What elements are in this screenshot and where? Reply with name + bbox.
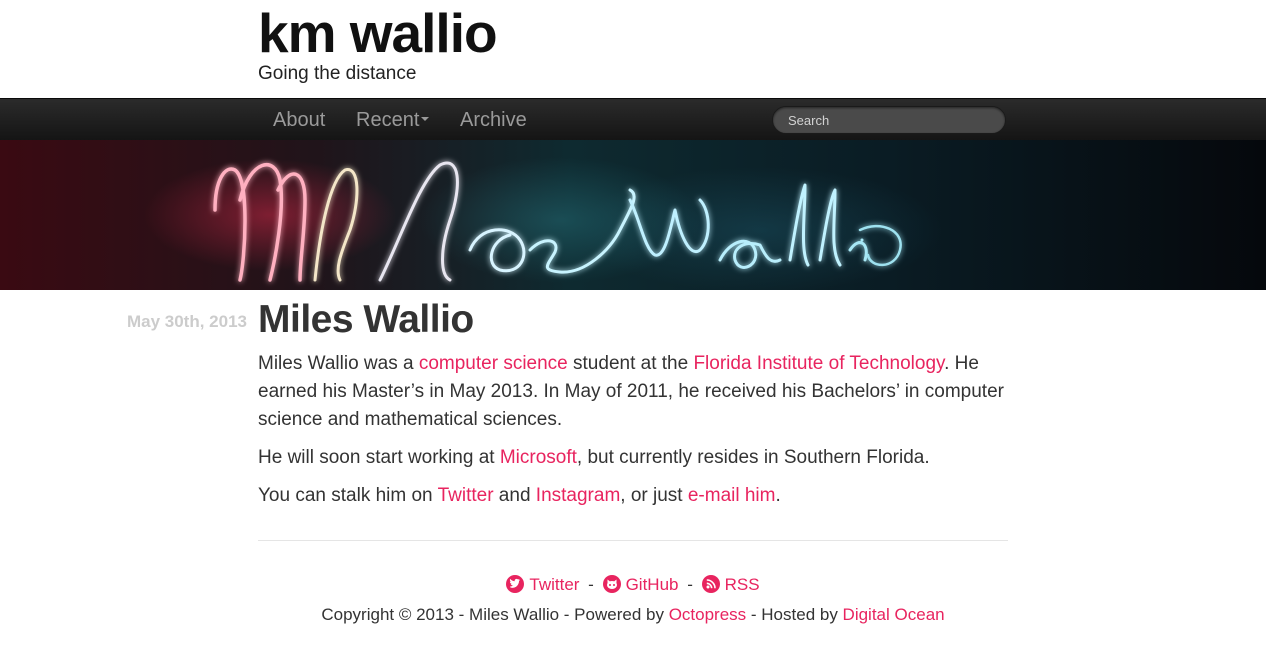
link-microsoft[interactable]: Microsoft	[500, 447, 577, 468]
paragraph-contact: You can stalk him on Twitter and Instagr…	[258, 482, 1008, 510]
nav-item-recent[interactable]: Recent	[356, 109, 430, 132]
nav-item-about[interactable]: About	[273, 109, 325, 132]
footer-rss-label: RSS	[724, 575, 760, 594]
post-body: Miles Wallio was a computer science stud…	[258, 350, 1008, 520]
post-title: Miles Wallio	[258, 298, 474, 341]
post-date: May 30th, 2013	[126, 312, 247, 331]
navbar: About Recent Archive	[0, 98, 1266, 142]
link-computer-science[interactable]: computer science	[419, 353, 568, 374]
link-octopress[interactable]: Octopress	[669, 605, 746, 624]
caret-down-icon	[421, 117, 430, 122]
text: .	[775, 485, 781, 506]
banner-image	[0, 140, 1266, 290]
paragraph-bio: Miles Wallio was a computer science stud…	[258, 350, 1008, 434]
text: , or just	[620, 485, 688, 506]
rss-icon	[701, 575, 720, 593]
footer-twitter-label: Twitter	[529, 575, 580, 594]
copyright-text: - Hosted by	[746, 605, 843, 624]
paragraph-work: He will soon start working at Microsoft,…	[258, 444, 1008, 472]
text: You can stalk him on	[258, 485, 438, 506]
link-florida-tech[interactable]: Florida Institute of Technology	[693, 353, 944, 374]
link-instagram[interactable]: Instagram	[536, 485, 620, 506]
text: student at the	[567, 353, 694, 374]
footer-github-label: GitHub	[625, 575, 679, 594]
twitter-icon	[506, 575, 525, 593]
footer-link-rss[interactable]: RSS	[697, 575, 760, 594]
text: and	[493, 485, 536, 506]
link-email[interactable]: e-mail him	[688, 485, 776, 506]
site-subtitle: Going the distance	[258, 63, 417, 84]
nav-item-archive[interactable]: Archive	[460, 109, 527, 132]
copyright-text: Copyright © 2013 - Miles Wallio - Powere…	[321, 605, 669, 624]
link-twitter[interactable]: Twitter	[438, 485, 494, 506]
separator: -	[588, 575, 594, 594]
link-digital-ocean[interactable]: Digital Ocean	[843, 605, 945, 624]
separator: -	[687, 575, 693, 594]
github-icon	[602, 575, 621, 593]
text: , but currently resides in Southern Flor…	[576, 447, 930, 468]
footer-link-github[interactable]: GitHub	[598, 575, 683, 594]
footer-copyright: Copyright © 2013 - Miles Wallio - Powere…	[0, 605, 1266, 625]
text: Miles Wallio was a	[258, 353, 419, 374]
footer-link-twitter[interactable]: Twitter	[506, 575, 584, 594]
search-input[interactable]	[772, 106, 1006, 134]
footer-social-links: Twitter - GitHub - RSS	[0, 575, 1266, 595]
light-writing-image	[213, 161, 902, 282]
nav-item-recent-label: Recent	[356, 109, 420, 131]
divider	[258, 540, 1008, 541]
text: He will soon start working at	[258, 447, 500, 468]
site-title[interactable]: km wallio	[258, 2, 498, 64]
